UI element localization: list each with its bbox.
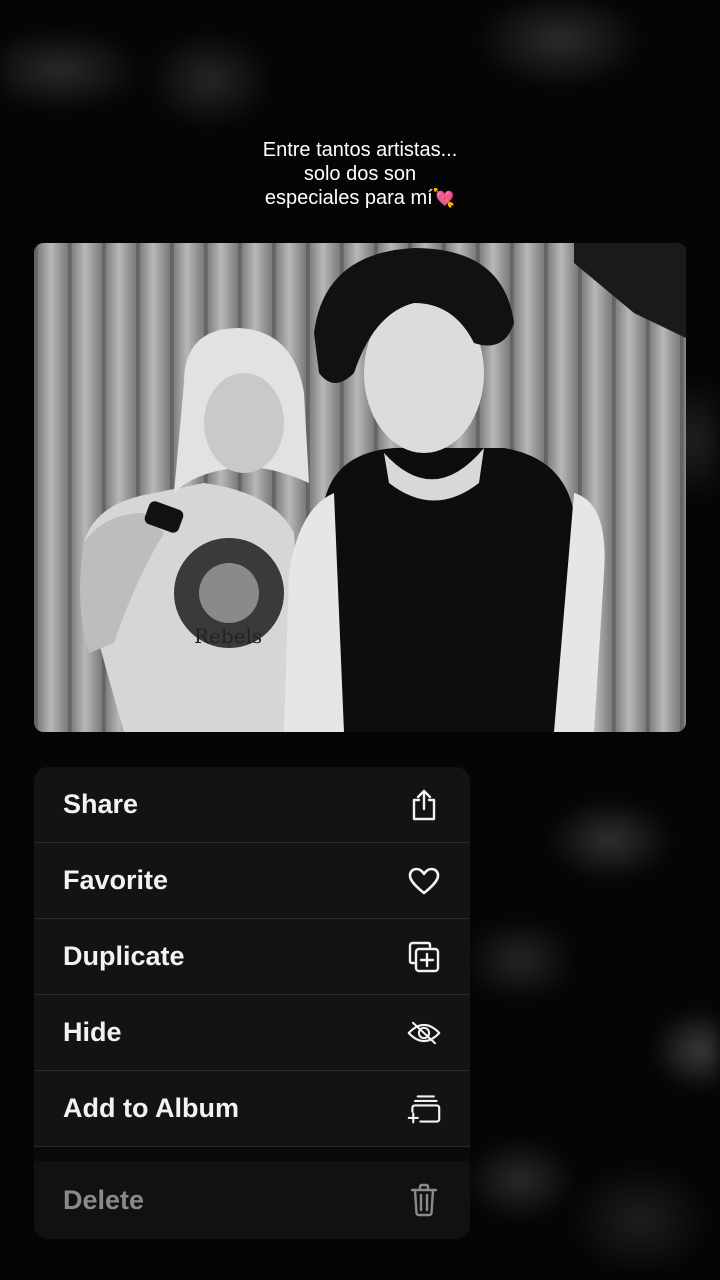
caption-line-3: especiales para mí💘: [0, 186, 720, 210]
menu-item-label: Share: [63, 789, 139, 819]
share-icon: [407, 788, 441, 822]
menu-item-label: Favorite: [63, 865, 169, 895]
menu-item-share[interactable]: Share: [34, 767, 470, 843]
menu-item-add-to-album[interactable]: Add to Album: [34, 1071, 470, 1147]
caption-line-1: Entre tantos artistas...: [262, 139, 458, 161]
menu-item-favorite[interactable]: Favorite: [34, 843, 470, 919]
menu-separator: [34, 1147, 470, 1161]
menu-item-delete[interactable]: Delete: [34, 1161, 470, 1239]
menu-item-label: Delete: [63, 1184, 145, 1215]
eye-slash-icon: [407, 1016, 441, 1050]
duplicate-icon: [407, 940, 441, 974]
heart-emoji: 💘: [432, 188, 456, 208]
add-to-album-icon: [407, 1092, 441, 1126]
photo-preview[interactable]: Rebels: [34, 243, 686, 732]
caption-line-3-text: especiales para mí: [264, 187, 433, 209]
context-menu: Share Favorite Duplicate Hide Add to Alb…: [34, 767, 470, 1239]
heart-icon: [407, 864, 441, 898]
shirt-text: Rebels: [194, 624, 262, 648]
caption-line-2: solo dos son: [303, 163, 417, 185]
menu-item-label: Duplicate: [63, 941, 185, 971]
trash-icon: [407, 1183, 441, 1217]
caption-text: Entre tantos artistas... solo dos son es…: [0, 138, 720, 210]
menu-item-label: Add to Album: [63, 1093, 239, 1123]
menu-item-duplicate[interactable]: Duplicate: [34, 919, 470, 995]
menu-item-hide[interactable]: Hide: [34, 995, 470, 1071]
menu-item-label: Hide: [63, 1017, 122, 1047]
photo-image: Rebels: [34, 243, 686, 732]
